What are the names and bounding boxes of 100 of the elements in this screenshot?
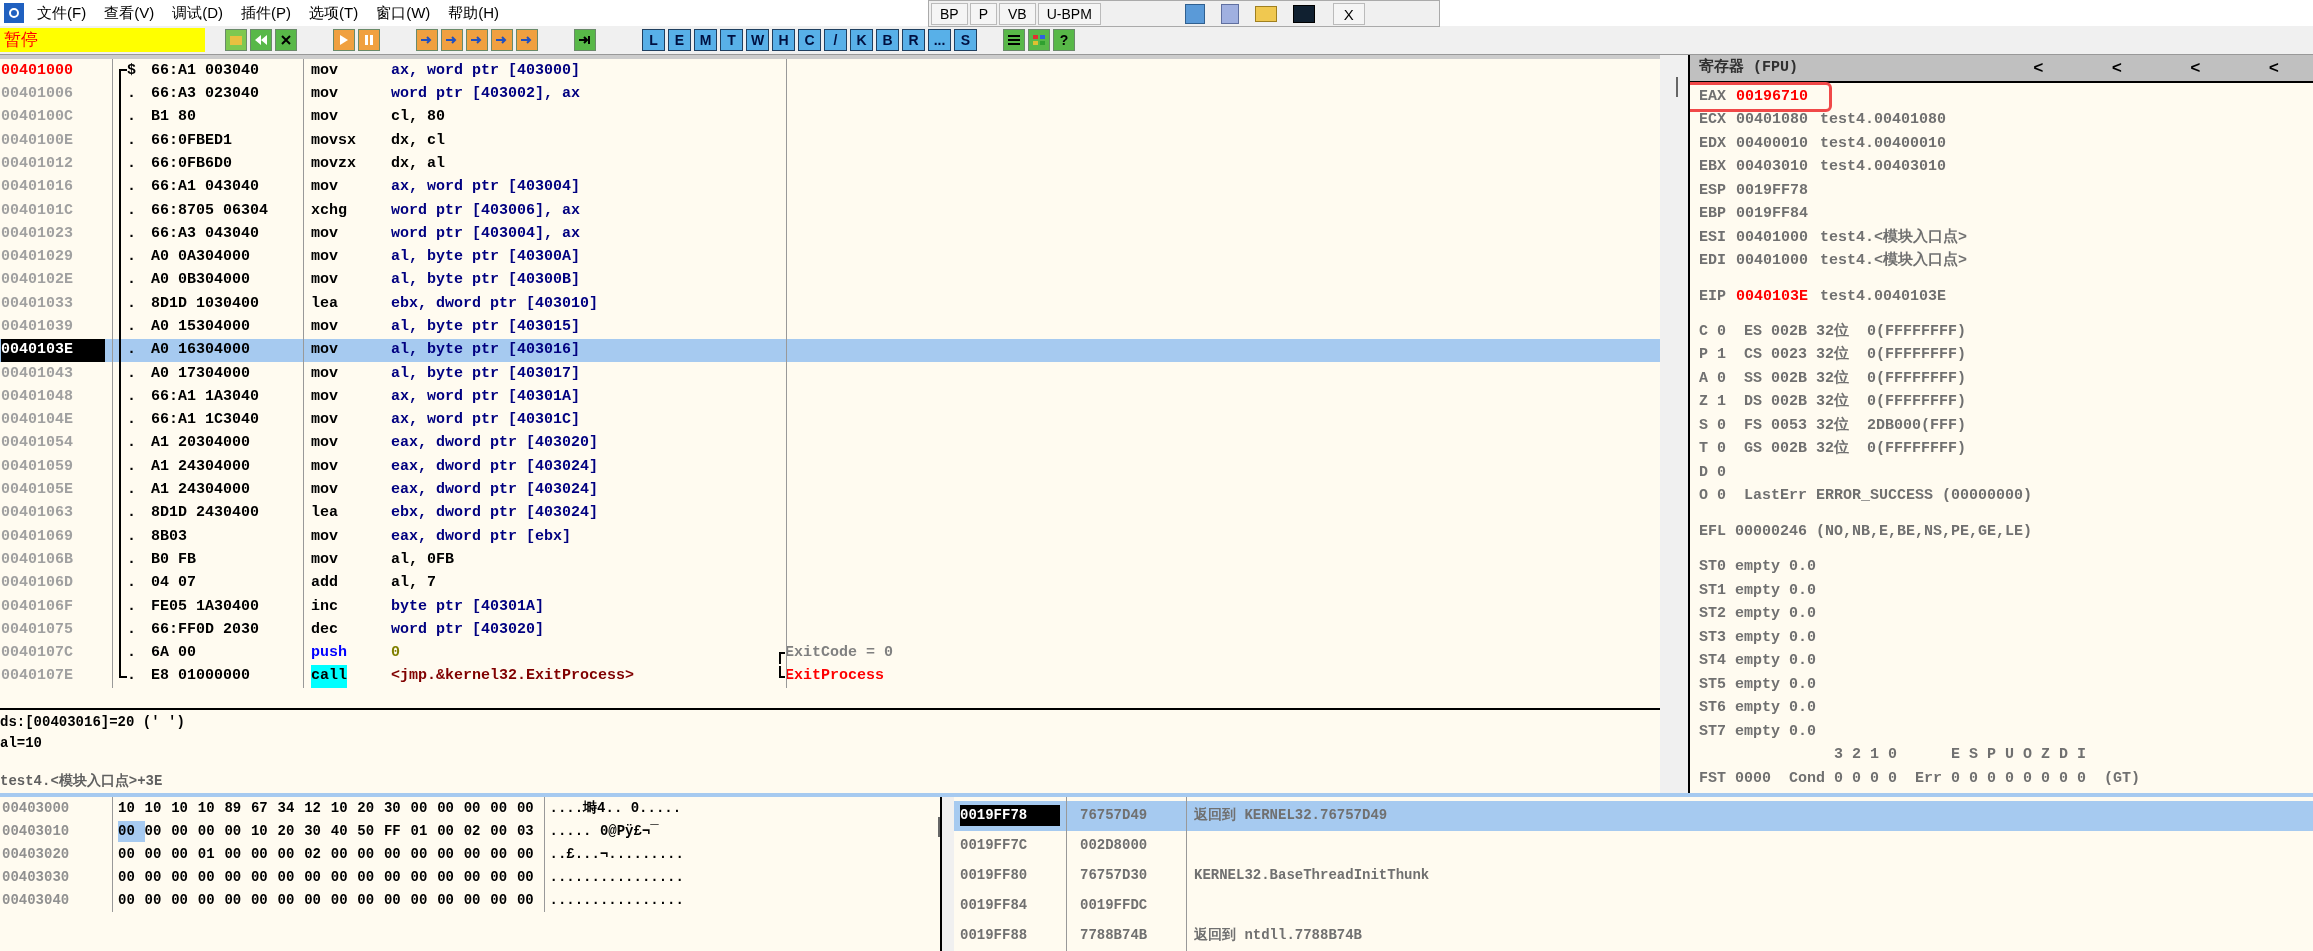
grid-icon[interactable]: [1028, 29, 1050, 52]
instruction-row[interactable]: 00401006 . 66:A3 023040 mov word ptr [403002], ax: [0, 82, 1660, 106]
hex-byte[interactable]: 00: [330, 867, 358, 888]
hex-byte[interactable]: 10: [118, 798, 145, 819]
hex-byte[interactable]: 00: [144, 821, 172, 842]
hex-byte[interactable]: 20: [357, 798, 384, 819]
hex-byte[interactable]: 00: [437, 844, 464, 865]
hex-byte[interactable]: 12: [304, 798, 331, 819]
hex-byte[interactable]: 00: [383, 890, 411, 911]
hex-byte[interactable]: 00: [330, 890, 358, 911]
hex-byte[interactable]: 00: [490, 821, 517, 842]
hex-byte[interactable]: 00: [197, 821, 225, 842]
hex-byte[interactable]: 00: [490, 867, 517, 888]
instruction-row[interactable]: 0040104E . 66:A1 1C3040 mov ax, word ptr [40301C]: [0, 408, 1660, 433]
instruction-row[interactable]: 00401075 . 66:FF0D 2030 dec word ptr [403020]: [0, 618, 1660, 642]
rewind-icon[interactable]: [250, 29, 272, 52]
hex-byte[interactable]: 10: [171, 798, 198, 819]
register-value[interactable]: 00401000: [1736, 226, 1809, 250]
instruction-row[interactable]: 00401012 . 66:0FB6D0 movzx dx, al: [0, 152, 1660, 176]
window-button[interactable]: /: [824, 29, 847, 52]
hex-byte[interactable]: 00: [224, 867, 251, 888]
hex-byte[interactable]: 10: [144, 798, 172, 819]
hex-byte[interactable]: 00: [490, 798, 517, 819]
instruction-row[interactable]: 00401059 . A1 24304000 mov eax, dword ptr [403024]: [0, 455, 1660, 479]
stack-row[interactable]: 0019FF78 76757D49 返回到 KERNEL32.76757D49: [954, 801, 2313, 831]
hex-byte[interactable]: 01: [197, 844, 225, 865]
hex-byte[interactable]: 10: [330, 798, 358, 819]
hex-byte[interactable]: 00: [490, 890, 517, 911]
instruction-row[interactable]: 0040107E . E8 01000000 call <jmp.&kernel32.ExitProcess> ExitProcess: [0, 665, 1660, 689]
hex-byte[interactable]: 00: [118, 821, 145, 842]
hex-byte[interactable]: 20: [277, 821, 305, 842]
hex-byte[interactable]: 00: [304, 867, 331, 888]
hex-byte[interactable]: 00: [144, 867, 172, 888]
hex-byte[interactable]: 00: [437, 821, 464, 842]
collapse-button[interactable]: <: [2262, 55, 2285, 82]
hex-byte[interactable]: 00: [357, 890, 384, 911]
hex-byte[interactable]: 10: [250, 821, 278, 842]
window-button[interactable]: C: [798, 29, 821, 52]
window-button[interactable]: W: [746, 29, 769, 52]
register-value[interactable]: 00400010: [1736, 132, 1809, 156]
hex-byte[interactable]: 50: [357, 821, 384, 842]
hex-byte[interactable]: 00: [250, 867, 278, 888]
menu-item[interactable]: 文件(F): [28, 1, 96, 25]
hex-byte[interactable]: 00: [277, 867, 305, 888]
breakpoint-button[interactable]: U-BPM: [1037, 2, 1101, 25]
window-button[interactable]: B: [876, 29, 899, 52]
window-button[interactable]: S: [954, 29, 977, 52]
hex-byte[interactable]: 00: [437, 890, 464, 911]
help-button[interactable]: ?: [1053, 29, 1075, 52]
instruction-row[interactable]: 0040102E . A0 0B304000 mov al, byte ptr [40300B]: [0, 269, 1660, 293]
window-button[interactable]: L: [642, 29, 665, 52]
hex-byte[interactable]: 00: [171, 867, 198, 888]
hex-byte[interactable]: 00: [410, 844, 438, 865]
hex-byte[interactable]: 34: [277, 798, 305, 819]
hex-byte[interactable]: 00: [171, 890, 198, 911]
hex-byte[interactable]: 00: [118, 867, 145, 888]
hex-byte[interactable]: 00: [171, 844, 198, 865]
hex-byte[interactable]: 00: [277, 890, 305, 911]
window-button[interactable]: ...: [928, 29, 951, 52]
hex-byte[interactable]: 00: [383, 867, 411, 888]
hex-byte[interactable]: 00: [437, 867, 464, 888]
window-button[interactable]: H: [772, 29, 795, 52]
hex-byte[interactable]: 00: [463, 867, 491, 888]
instruction-row[interactable]: 00401023 . 66:A3 043040 mov word ptr [403004], ax: [0, 222, 1660, 246]
hex-byte[interactable]: 00: [118, 890, 145, 911]
instruction-row[interactable]: 00401000 $ 66:A1 003040 mov ax, word ptr [403000]: [0, 59, 1660, 83]
hex-byte[interactable]: 00: [144, 890, 172, 911]
hex-byte[interactable]: 00: [224, 844, 251, 865]
hex-byte[interactable]: 67: [250, 798, 278, 819]
hex-byte[interactable]: 00: [463, 798, 491, 819]
hex-byte[interactable]: 00: [516, 867, 544, 888]
hex-byte[interactable]: FF: [383, 821, 411, 842]
window-button[interactable]: T: [720, 29, 743, 52]
instruction-row[interactable]: 00401054 . A1 20304000 mov eax, dword ptr [403020]: [0, 432, 1660, 456]
menu-item[interactable]: 帮助(H): [439, 1, 509, 25]
hex-byte[interactable]: 00: [144, 844, 172, 865]
hex-byte[interactable]: 00: [516, 890, 544, 911]
instruction-row[interactable]: 00401048 . 66:A1 1A3040 mov ax, word ptr [40301A]: [0, 385, 1660, 409]
hex-byte[interactable]: 00: [304, 890, 331, 911]
breakpoint-button[interactable]: BP: [931, 2, 968, 25]
stack-row[interactable]: 0019FF80 76757D30 KERNEL32.BaseThreadInitThunk: [954, 861, 2313, 891]
hex-byte[interactable]: 00: [250, 890, 278, 911]
hex-byte[interactable]: 00: [516, 798, 544, 819]
register-value[interactable]: 00403010: [1736, 156, 1809, 179]
hex-byte[interactable]: 02: [304, 844, 331, 865]
instruction-row[interactable]: 00401033 . 8D1D 1030400 lea ebx, dword ptr [403010]: [0, 292, 1660, 316]
collapse-button[interactable]: <: [2027, 55, 2050, 82]
instruction-row[interactable]: 0040105E . A1 24304000 mov eax, dword ptr [403024]: [0, 478, 1660, 502]
collapse-button[interactable]: <: [2184, 55, 2207, 82]
hex-byte[interactable]: 02: [463, 821, 491, 842]
close-icon[interactable]: [275, 29, 297, 52]
instruction-row[interactable]: 0040106F . FE05 1A30400 inc byte ptr [40301A]: [0, 595, 1660, 619]
hex-byte[interactable]: 00: [250, 844, 278, 865]
hex-byte[interactable]: 00: [463, 890, 491, 911]
hex-byte[interactable]: 00: [277, 844, 305, 865]
breakpoint-button[interactable]: P: [969, 2, 998, 25]
instruction-row[interactable]: 00401043 . A0 17304000 mov al, byte ptr [403017]: [0, 362, 1660, 386]
pause-icon[interactable]: [358, 29, 380, 52]
hex-byte[interactable]: 00: [224, 821, 251, 842]
hex-byte[interactable]: 30: [304, 821, 331, 842]
